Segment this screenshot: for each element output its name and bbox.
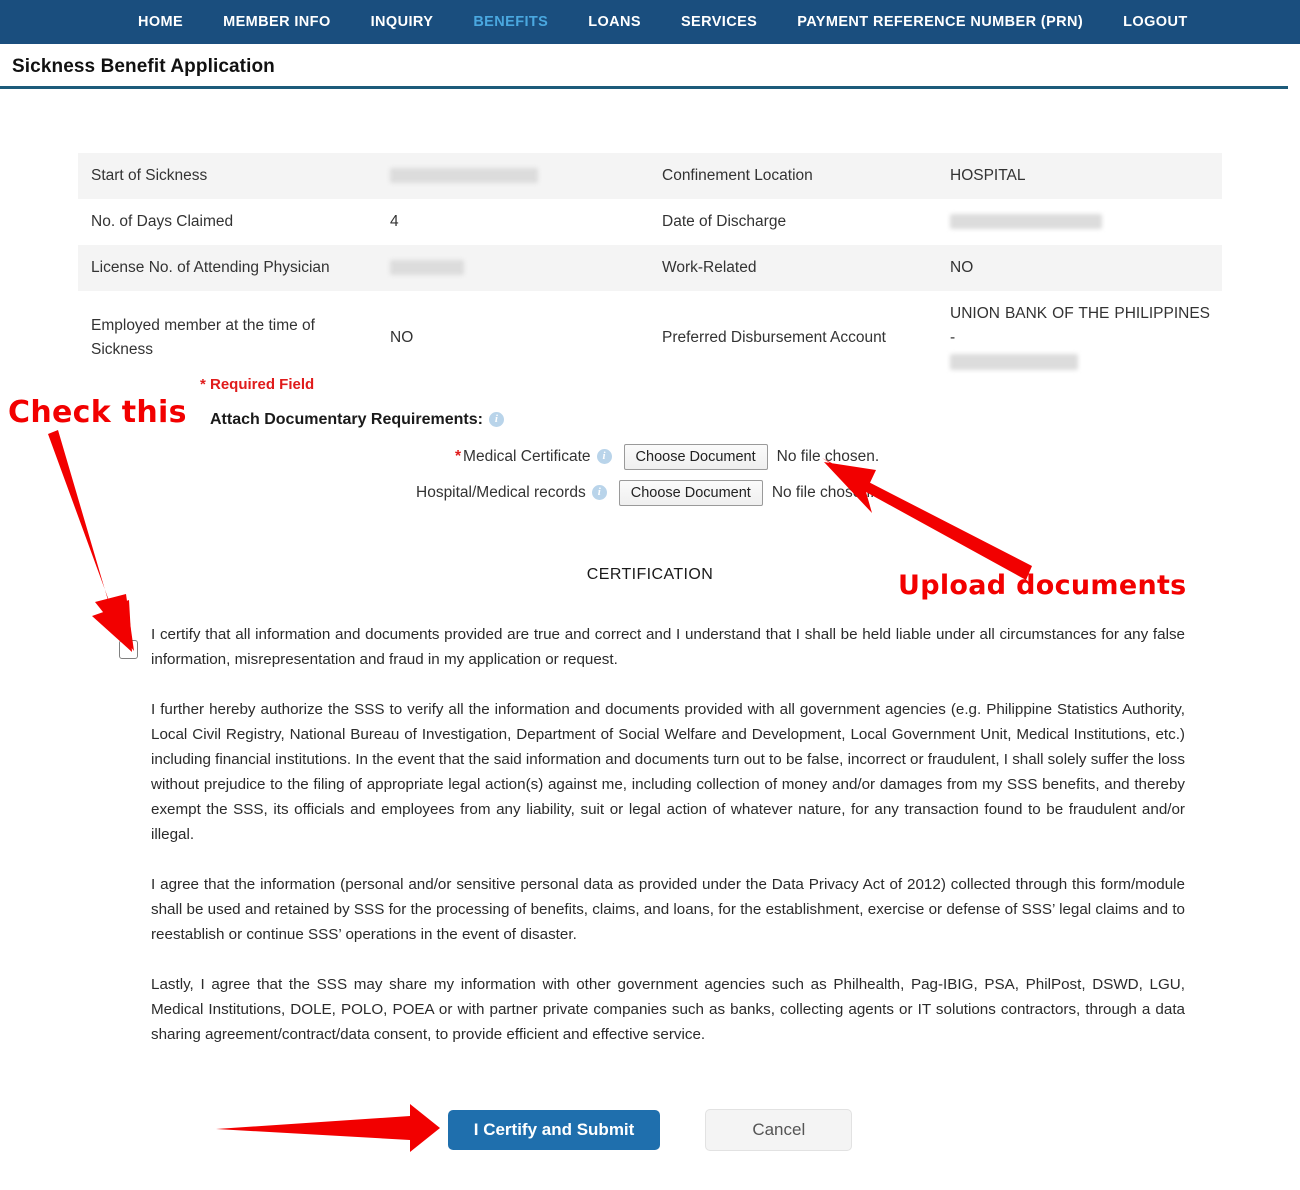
field-value-start-of-sickness xyxy=(378,153,650,199)
nav-item-loans[interactable]: LOANS xyxy=(568,0,661,44)
nav-item-logout[interactable]: LOGOUT xyxy=(1103,0,1207,44)
table-row: No. of Days Claimed 4 Date of Discharge xyxy=(78,199,1222,246)
field-label-date-of-discharge: Date of Discharge xyxy=(662,213,787,231)
table-row: License No. of Attending Physician Work-… xyxy=(78,245,1222,292)
arrow-to-upload-buttons xyxy=(822,458,1032,580)
redacted-value xyxy=(390,168,538,184)
nav-item-services[interactable]: SERVICES xyxy=(661,0,777,44)
file-status-medical-certificate: No file chosen. xyxy=(776,448,880,465)
file-status-hospital-medical-records: No file chosen. xyxy=(771,484,875,501)
main-navigation: HOME MEMBER INFO INQUIRY BENEFITS LOANS … xyxy=(0,0,1300,44)
certification-checkbox[interactable] xyxy=(119,640,138,659)
upload-label-text: Medical Certificate xyxy=(463,448,591,465)
field-value-preferred-disbursement-account: UNION BANK OF THE PHILIPPINES - xyxy=(938,291,1222,385)
page-title: Sickness Benefit Application xyxy=(12,56,275,77)
certification-text-block: I certify that all information and docum… xyxy=(151,622,1185,1047)
page-header: Sickness Benefit Application xyxy=(0,44,1300,89)
certification-paragraph: Lastly, I agree that the SSS may share m… xyxy=(151,976,1185,1043)
info-icon[interactable]: i xyxy=(596,449,612,465)
redacted-value xyxy=(950,214,1102,230)
redacted-value xyxy=(950,353,1078,370)
upload-row-medical-certificate: * Medical Certificate i Choose Document No… xyxy=(455,444,879,470)
field-value-date-of-discharge xyxy=(938,199,1222,245)
field-value-no-of-days-claimed: 4 xyxy=(390,213,399,231)
upload-label-hospital-medical-records: Hospital/Medical records i xyxy=(416,484,607,502)
sickness-benefit-application-page: HOME MEMBER INFO INQUIRY BENEFITS LOANS … xyxy=(0,0,1300,1190)
arrow-to-checkbox xyxy=(48,430,134,652)
field-label-preferred-disbursement-account: Preferred Disbursement Account xyxy=(662,329,886,347)
upload-label-text: Hospital/Medical records xyxy=(416,484,586,501)
field-label-no-of-days-claimed: No. of Days Claimed xyxy=(91,213,234,231)
field-label-license-no-attending-physician: License No. of Attending Physician xyxy=(91,259,330,277)
info-icon[interactable]: i xyxy=(488,412,504,428)
application-summary-table: Start of Sickness Confinement Location H… xyxy=(78,153,1222,386)
field-value-license-no-attending-physician xyxy=(378,245,650,291)
attach-documents-text: Attach Documentary Requirements: xyxy=(210,411,483,428)
choose-document-button-medical-certificate[interactable]: Choose Document xyxy=(623,444,768,470)
nav-item-payment-reference-number[interactable]: PAYMENT REFERENCE NUMBER (PRN) xyxy=(777,0,1103,44)
table-row: Start of Sickness Confinement Location H… xyxy=(78,153,1222,200)
table-row: Employed member at the time of Sickness … xyxy=(78,291,1222,386)
certification-paragraph: I certify that all information and docum… xyxy=(151,626,1185,668)
annotation-upload-documents: Upload documents xyxy=(898,570,1187,601)
nav-item-benefits[interactable]: BENEFITS xyxy=(453,0,568,44)
field-value-employed-member-at-time-of-sickness: NO xyxy=(390,329,414,347)
field-value-work-related: NO xyxy=(950,259,974,277)
cancel-button[interactable]: Cancel xyxy=(705,1109,853,1151)
info-icon[interactable]: i xyxy=(591,485,607,501)
annotation-check-this: Check this xyxy=(8,395,187,430)
required-field-note: * Required Field xyxy=(200,376,315,393)
field-value-confinement-location: HOSPITAL xyxy=(950,167,1026,184)
form-action-buttons: I Certify and Submit Cancel xyxy=(0,1109,1300,1151)
choose-document-button-hospital-medical-records[interactable]: Choose Document xyxy=(618,480,763,506)
nav-item-member-info[interactable]: MEMBER INFO xyxy=(203,0,351,44)
field-label-start-of-sickness: Start of Sickness xyxy=(91,167,208,184)
disbursement-account-text: UNION BANK OF THE PHILIPPINES - xyxy=(950,305,1210,347)
field-label-employed-member-at-time-of-sickness: Employed member at the time of Sickness xyxy=(91,317,315,359)
upload-label-medical-certificate: * Medical Certificate i xyxy=(455,448,612,466)
title-divider xyxy=(0,86,1288,89)
required-asterisk: * xyxy=(455,448,462,465)
field-label-confinement-location: Confinement Location xyxy=(662,167,813,184)
certification-paragraph: I agree that the information (personal a… xyxy=(151,876,1185,943)
nav-item-inquiry[interactable]: INQUIRY xyxy=(351,0,454,44)
upload-row-hospital-medical-records: Hospital/Medical records i Choose Documen… xyxy=(416,480,874,506)
certification-paragraph: I further hereby authorize the SSS to ve… xyxy=(151,701,1185,843)
certify-and-submit-button[interactable]: I Certify and Submit xyxy=(447,1110,661,1150)
redacted-value xyxy=(390,260,464,276)
field-label-work-related: Work-Related xyxy=(662,259,757,277)
attach-documents-label: Attach Documentary Requirements: i xyxy=(210,411,504,429)
nav-item-home[interactable]: HOME xyxy=(118,0,203,44)
